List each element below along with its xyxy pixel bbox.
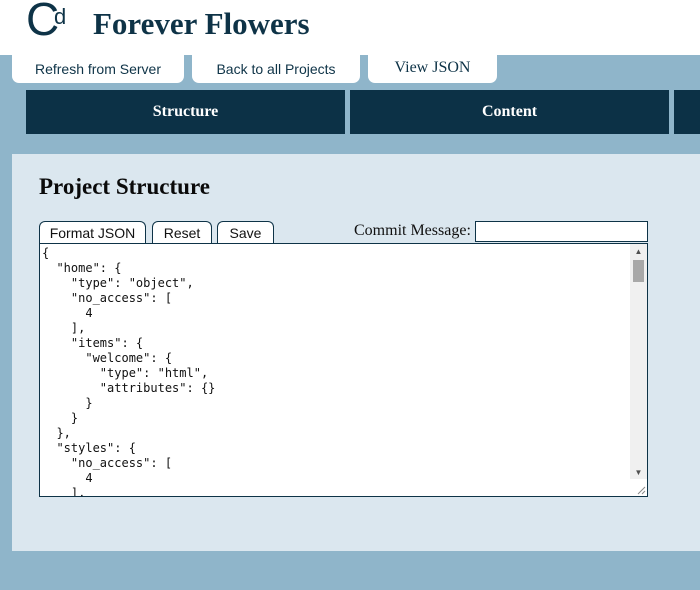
section-nav: Structure Content (26, 90, 700, 134)
scroll-up-arrow-icon[interactable]: ▲ (630, 244, 647, 258)
view-json-tab[interactable]: View JSON (368, 55, 497, 83)
logo[interactable]: C d (26, 0, 76, 48)
scroll-thumb[interactable] (633, 260, 644, 282)
json-code[interactable]: { "home": { "type": "object", "no_access… (42, 246, 215, 496)
nav-next-item[interactable] (674, 90, 700, 134)
editor-scrollbar[interactable]: ▲ ▼ (630, 244, 647, 479)
resize-handle-icon[interactable] (630, 479, 647, 496)
commit-message-label: Commit Message: (354, 222, 471, 239)
nav-structure[interactable]: Structure (26, 90, 345, 134)
format-json-button[interactable]: Format JSON (39, 221, 146, 243)
nav-content[interactable]: Content (350, 90, 669, 134)
logo-letter-d: d (54, 4, 67, 29)
project-structure-panel: Project Structure Format JSON Reset Save… (12, 154, 700, 551)
commit-message-input[interactable] (475, 221, 648, 242)
panel-title: Project Structure (39, 174, 210, 199)
reset-button[interactable]: Reset (152, 221, 212, 243)
app-header: C d Forever Flowers (0, 0, 700, 55)
save-button[interactable]: Save (217, 221, 274, 243)
scroll-down-arrow-icon[interactable]: ▼ (630, 465, 647, 479)
json-editor[interactable]: { "home": { "type": "object", "no_access… (39, 243, 648, 497)
app-title: Forever Flowers (93, 6, 310, 41)
back-to-all-projects-button[interactable]: Back to all Projects (192, 55, 360, 83)
refresh-from-server-button[interactable]: Refresh from Server (12, 55, 184, 83)
